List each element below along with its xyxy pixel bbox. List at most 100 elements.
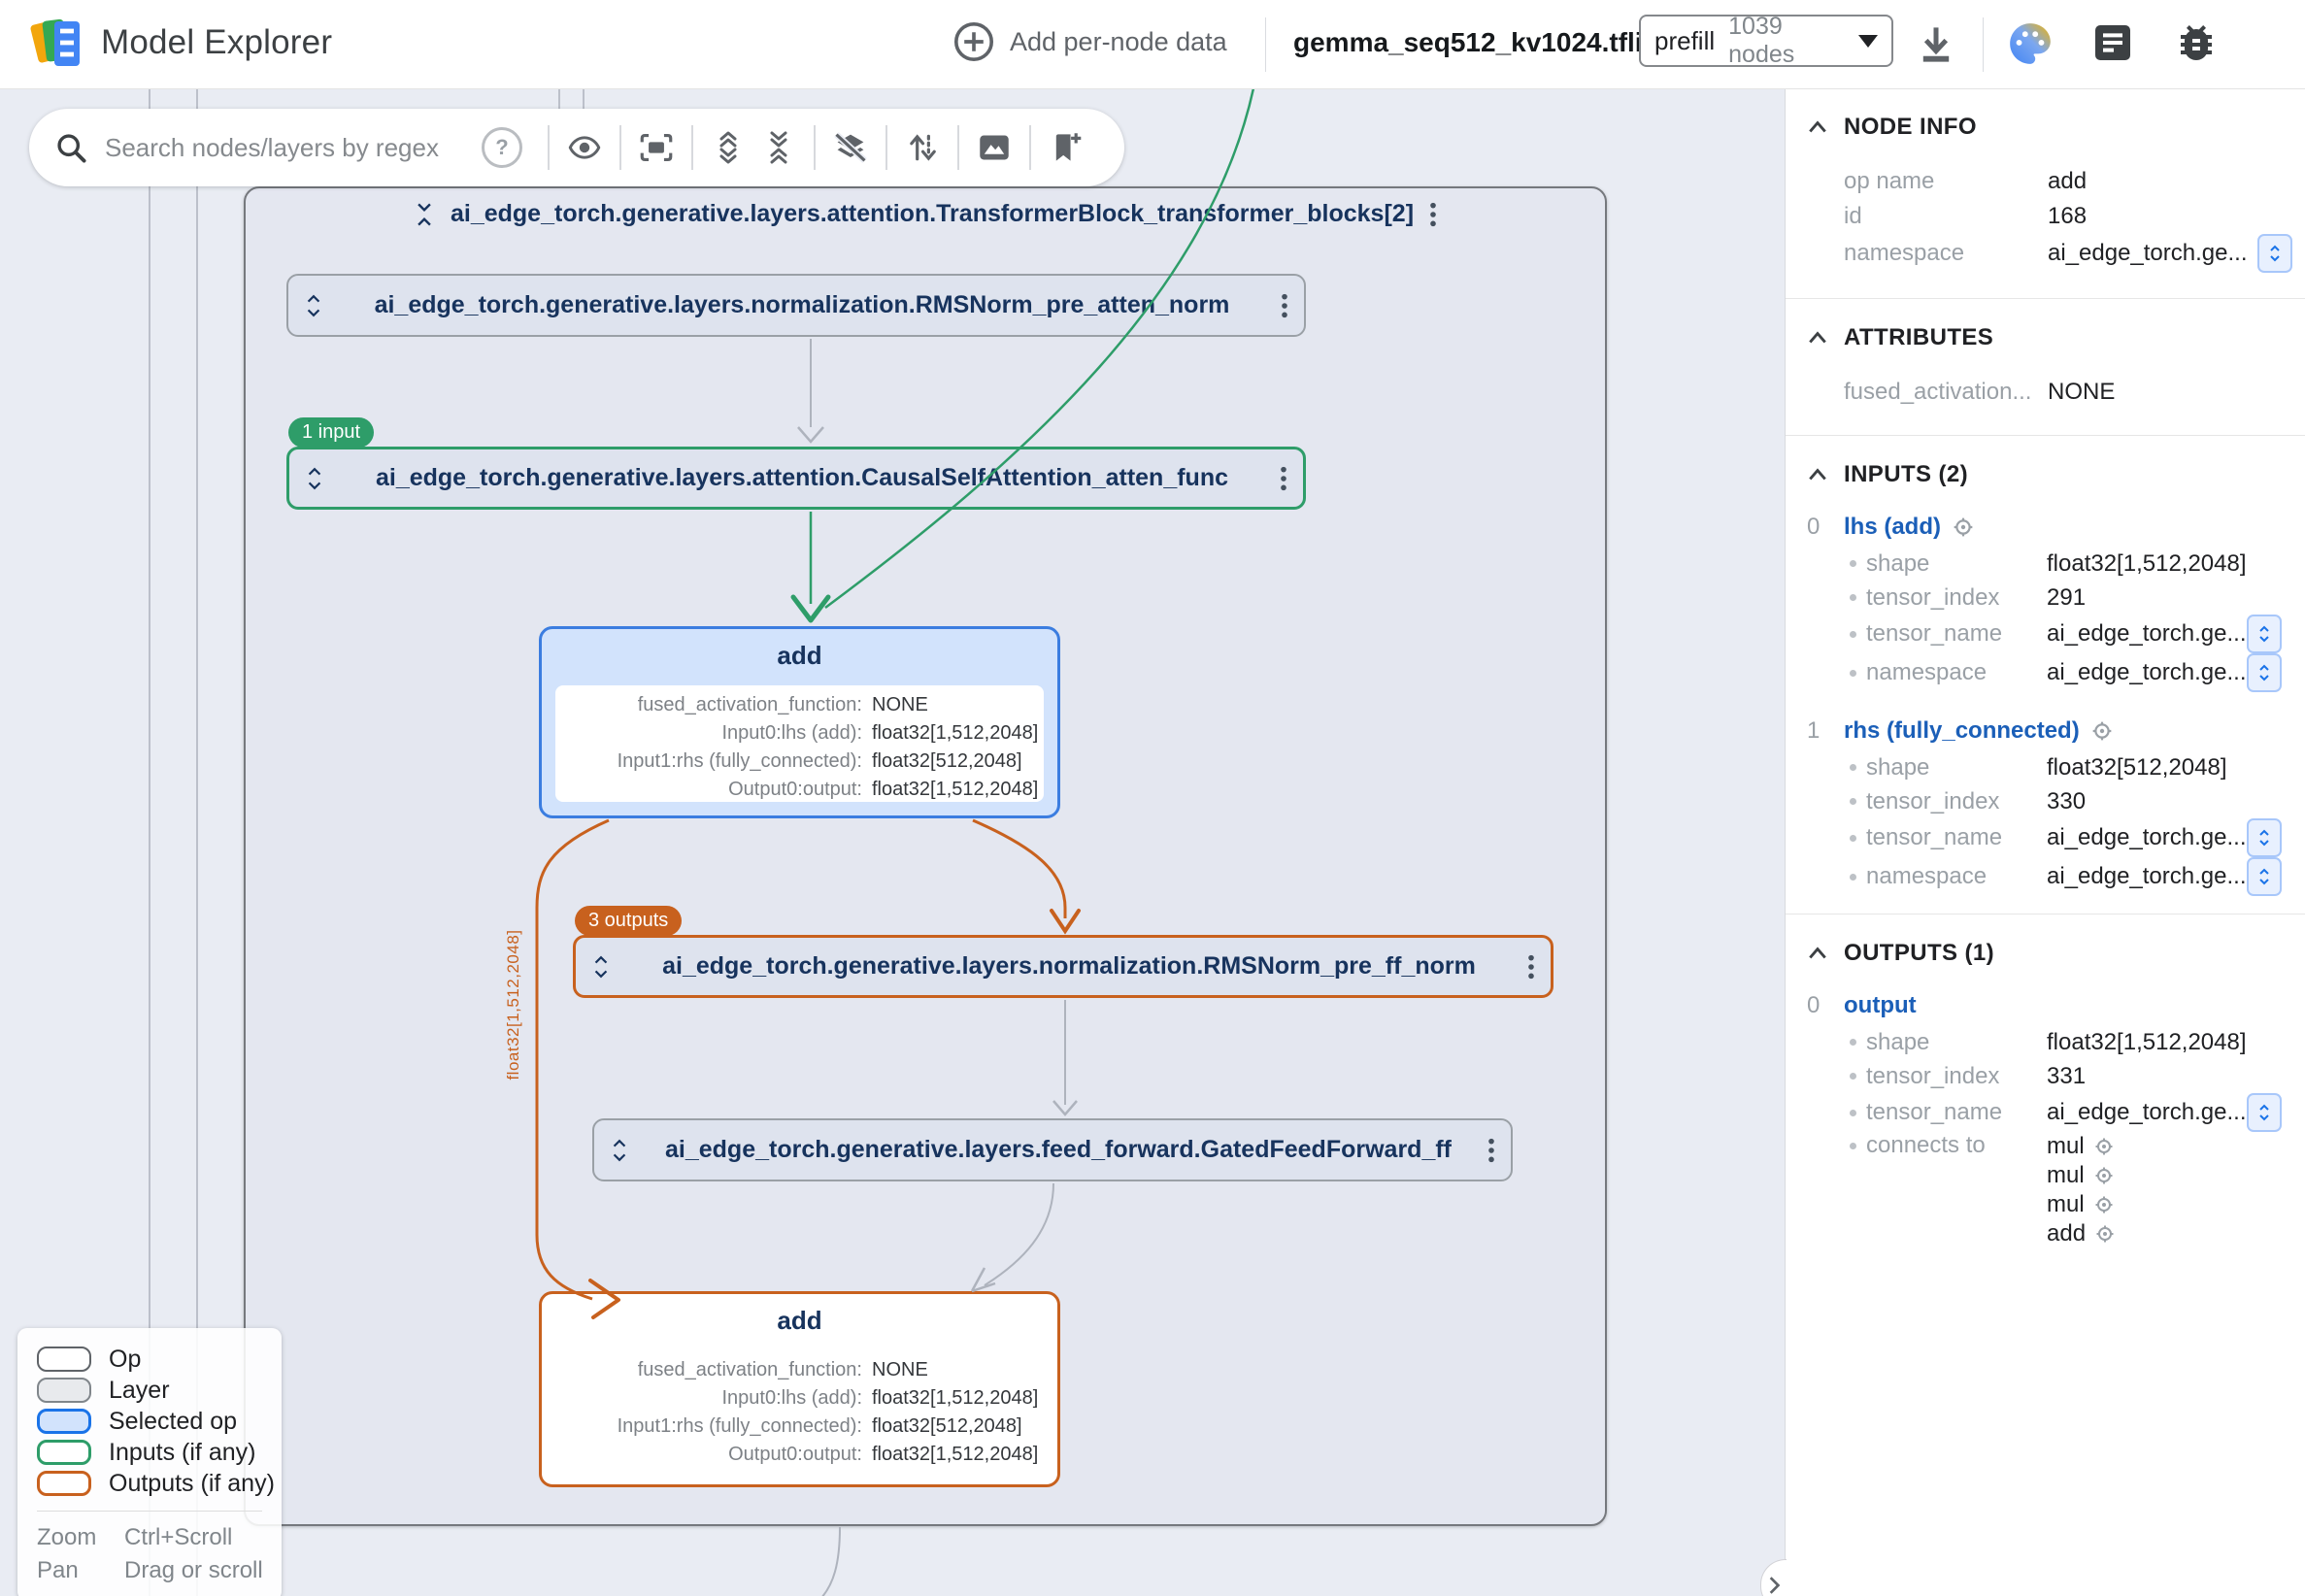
prop-tensor-name: tensor_nameai_edge_torch.ge... (1786, 818, 2305, 857)
header-divider (1265, 17, 1266, 72)
search-help-icon[interactable]: ? (482, 127, 522, 168)
expand-layer-icon[interactable] (591, 955, 611, 979)
prop-tensor-index: tensor_index330 (1786, 784, 2305, 818)
locate-icon[interactable] (2095, 1224, 2115, 1244)
node-details-panel: NODE INFO op nameadd id168 namespaceai_e… (1785, 88, 2305, 1596)
fit-screen-icon (640, 133, 673, 162)
shortcut-action: Pan (37, 1557, 124, 1584)
legend-item-layer: Layer (37, 1375, 282, 1406)
node-add-output[interactable]: add fused_activation_function:NONE Input… (539, 1291, 1060, 1487)
graph-selector-count: 1039 nodes (1728, 13, 1845, 69)
input-name-link[interactable]: rhs (fully_connected) (1844, 717, 2080, 745)
node-rmsnorm-pre-atten-norm[interactable]: ai_edge_torch.generative.layers.normaliz… (286, 274, 1306, 337)
layer-title: ai_edge_torch.generative.layers.normaliz… (339, 291, 1265, 319)
hide-layers-button[interactable] (825, 118, 876, 177)
article-icon (2089, 19, 2136, 66)
expand-text-button[interactable] (2247, 615, 2282, 653)
locate-icon[interactable] (2094, 1137, 2114, 1156)
expand-layer-icon[interactable] (610, 1139, 629, 1162)
unfold-more-icon (2256, 828, 2272, 848)
layer-title: ai_edge_torch.generative.layers.attentio… (340, 464, 1264, 492)
node-rmsnorm-pre-ff-norm[interactable]: ai_edge_torch.generative.layers.normaliz… (573, 935, 1553, 998)
app-header: Model Explorer Add per-node data gemma_s… (0, 0, 2305, 89)
more-vert-icon[interactable] (1487, 1137, 1495, 1164)
row-label: id (1844, 203, 2048, 230)
shortcut-action: Zoom (37, 1524, 124, 1551)
expand-all-layers-button[interactable] (703, 118, 753, 177)
locate-icon[interactable] (2091, 720, 2113, 742)
locate-icon[interactable] (1953, 516, 1974, 538)
row-value: NONE (2048, 379, 2115, 406)
op-title: add (542, 1306, 1057, 1336)
legend-label: Selected op (109, 1408, 237, 1436)
layer-transformer-block-title[interactable]: ai_edge_torch.generative.layers.attentio… (246, 200, 1605, 228)
collapse-all-layers-button[interactable] (753, 118, 804, 177)
unfold-more-icon (2256, 867, 2272, 886)
connects-to-node[interactable]: mul (2047, 1190, 2115, 1218)
input-name-link[interactable]: lhs (add) (1844, 514, 1941, 541)
section-inputs[interactable]: INPUTS (2) (1786, 436, 2305, 488)
connects-to-node[interactable]: mul (2047, 1132, 2115, 1160)
expand-text-button[interactable] (2257, 234, 2292, 273)
inputs-swatch (37, 1440, 91, 1465)
locate-icon[interactable] (2094, 1195, 2114, 1214)
output-name-link[interactable]: output (1844, 992, 1917, 1019)
prop-value: ai_edge_torch.ge... (2047, 620, 2247, 648)
legend-item-outputs: Outputs (if any) (37, 1468, 282, 1499)
connects-to-node[interactable]: add (2047, 1219, 2115, 1247)
prop-namespace: namespaceai_edge_torch.ge... (1786, 653, 2305, 692)
node-gated-feed-forward[interactable]: ai_edge_torch.generative.layers.feed_for… (592, 1118, 1513, 1181)
input-index: 1 (1807, 717, 1844, 745)
add-per-node-data-button[interactable]: Add per-node data (953, 21, 1227, 62)
section-title: ATTRIBUTES (1844, 324, 1993, 351)
section-node-info[interactable]: NODE INFO (1786, 88, 2305, 141)
docs-button[interactable] (2089, 19, 2136, 71)
more-vert-icon[interactable] (1429, 201, 1437, 228)
export-image-button[interactable] (969, 118, 1019, 177)
connects-to-node[interactable]: mul (2047, 1161, 2115, 1189)
collapse-all-icon (764, 130, 793, 165)
expand-text-button[interactable] (2247, 1093, 2282, 1132)
section-outputs[interactable]: OUTPUTS (1) (1786, 914, 2305, 967)
legend-label: Layer (109, 1377, 170, 1405)
more-vert-icon[interactable] (1281, 292, 1288, 319)
bookmark-add-button[interactable] (1041, 118, 1091, 177)
section-attributes[interactable]: ATTRIBUTES (1786, 299, 2305, 351)
expand-layer-icon[interactable] (304, 294, 323, 317)
section-title: INPUTS (2) (1844, 461, 1968, 488)
layer-title: ai_edge_torch.generative.layers.normaliz… (626, 952, 1512, 981)
attr-label: Output0:output: (555, 776, 862, 804)
legend-item-op: Op (37, 1344, 282, 1375)
shortcut-pan: PanDrag or scroll (37, 1554, 282, 1587)
input-item-0: 0 lhs (add) shapefloat32[1,512,2048] ten… (1786, 508, 2305, 692)
fit-to-screen-button[interactable] (631, 118, 682, 177)
toolbar-divider (957, 125, 959, 170)
node-add-selected[interactable]: add fused_activation_function:NONE Input… (539, 626, 1060, 818)
prop-value: 291 (2047, 584, 2305, 612)
layers-off-icon (832, 132, 869, 163)
graph-selector-dropdown[interactable]: prefill 1039 nodes (1639, 15, 1893, 67)
collapse-layer-icon[interactable] (414, 202, 435, 227)
more-vert-icon[interactable] (1280, 465, 1287, 492)
expand-text-button[interactable] (2247, 857, 2282, 896)
locate-icon[interactable] (2094, 1166, 2114, 1185)
expand-text-button[interactable] (2247, 653, 2282, 692)
prop-tensor-name: tensor_nameai_edge_torch.ge... (1786, 615, 2305, 653)
expand-layer-icon[interactable] (305, 467, 324, 490)
report-bug-button[interactable] (2173, 19, 2220, 71)
row-label: fused_activation... (1844, 379, 2048, 406)
shortcut-keys: Ctrl+Scroll (124, 1524, 232, 1551)
expand-text-button[interactable] (2247, 818, 2282, 857)
search-input[interactable] (103, 132, 482, 164)
section-title: NODE INFO (1844, 114, 1977, 141)
eye-icon (568, 134, 601, 161)
more-vert-icon[interactable] (1527, 953, 1535, 981)
toggle-visibility-button[interactable] (559, 118, 610, 177)
download-button[interactable] (1915, 21, 1957, 73)
layer-title: ai_edge_torch.generative.layers.attentio… (451, 200, 1414, 228)
node-causal-self-attention[interactable]: ai_edge_torch.generative.layers.attentio… (286, 447, 1306, 510)
theme-button[interactable] (2006, 19, 2054, 73)
op-attributes-box: fused_activation_function:NONE Input0:lh… (555, 685, 1044, 802)
model-name: gemma_seq512_kv1024.tflite (1293, 27, 1666, 58)
flatten-layers-button[interactable] (897, 118, 948, 177)
